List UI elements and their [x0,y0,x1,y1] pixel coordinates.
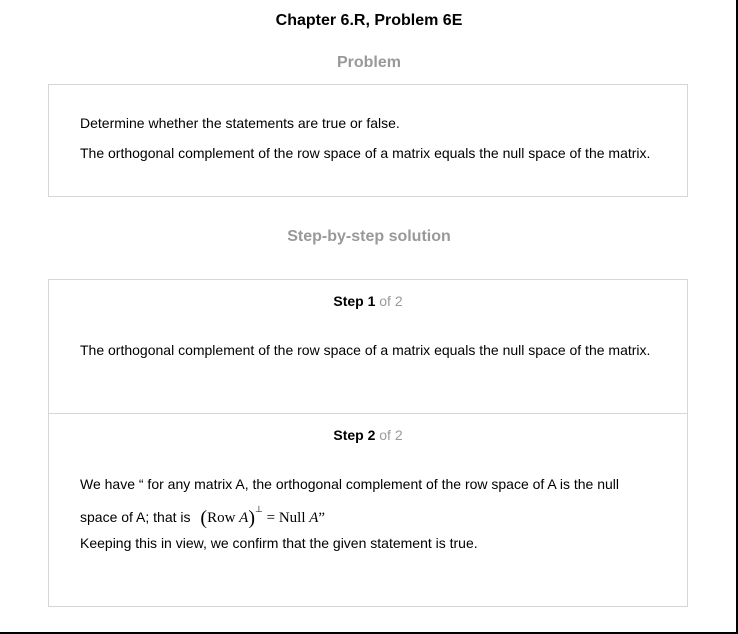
solution-heading: Step-by-step solution [287,228,451,245]
solution-box: Step 1 of 2 The orthogonal complement of… [48,279,688,607]
step-2-header: Step 2 of 2 [49,427,687,443]
step-1-count: of 2 [379,293,403,309]
step-2-conclusion: Keeping this in view, we confirm that th… [80,535,478,551]
step-2-count: of 2 [379,427,403,443]
page-title: Chapter 6.R, Problem 6E [275,12,463,29]
step-2-text-line1: We have “ for any matrix A, the orthogon… [80,476,620,492]
step-2-text-line2: space of A; that is (Row A)⊥ = Null A” [80,499,325,528]
step-divider [49,413,687,414]
step-1-text: The orthogonal complement of the row spa… [80,342,651,358]
step-2-label: Step 2 [333,427,376,443]
step-1-header: Step 1 of 2 [49,293,687,309]
step-1-label: Step 1 [333,293,376,309]
problem-instruction: Determine whether the statements are tru… [80,115,400,131]
formula-row-perp-equals-null: (Row A)⊥ = Null A” [200,504,326,529]
problem-statement: The orthogonal complement of the row spa… [80,145,651,161]
problem-heading: Problem [336,54,401,71]
problem-box: Determine whether the statements are tru… [48,84,688,197]
step-2-lead-text: space of A; that is [80,509,191,525]
